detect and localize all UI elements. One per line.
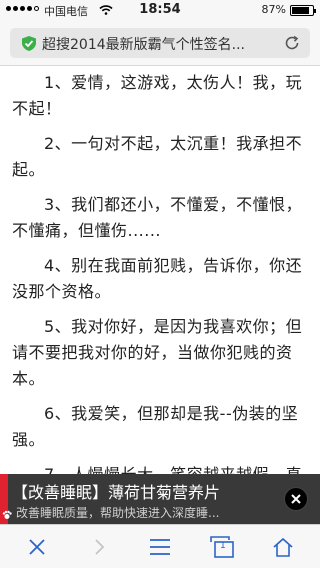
close-icon [291, 494, 301, 504]
close-page-button[interactable] [12, 525, 62, 568]
battery-icon [290, 5, 316, 16]
url-field[interactable]: 超搜2014最新版霸气个性签名... [10, 28, 310, 58]
page-title: 超搜2014最新版霸气个性签名... [42, 37, 245, 53]
close-icon [29, 539, 45, 555]
article-paragraph: 7、人慢慢长大，笑容越来越假，真心越来越少。 [12, 462, 308, 474]
menu-button[interactable] [135, 525, 185, 568]
forward-button[interactable] [74, 525, 124, 568]
article-paragraph: 2、一句对不起，太沉重！我承担不起。 [12, 134, 303, 179]
ad-banner[interactable]: 【改善睡眠】薄荷甘菊营养片 改善睡眠质量，帮助快速进入深度睡... [0, 474, 320, 524]
home-icon [273, 537, 293, 557]
article-content: 1、爱情，这游戏，太伤人！我，玩不起！ 2、一句对不起，太沉重！我承担不起。 3… [0, 66, 320, 474]
home-button[interactable] [258, 525, 308, 568]
tabs-button[interactable]: 1 [197, 525, 247, 568]
ad-subtitle[interactable]: 改善睡眠质量，帮助快速进入深度睡... [16, 504, 272, 521]
browser-toolbar: 1 [0, 524, 320, 568]
battery-percentage: 87% [261, 3, 286, 16]
paw-logo-icon [2, 510, 12, 519]
menu-icon [150, 539, 170, 555]
address-bar: 超搜2014最新版霸气个性签名... [0, 20, 320, 66]
article-paragraph: 6、我爱笑，但那却是我--伪装的坚强。 [12, 404, 299, 449]
article-paragraph: 4、别在我面前犯贱，告诉你，你还没那个资格。 [12, 256, 303, 301]
shield-check-icon [22, 36, 36, 51]
reload-icon[interactable] [283, 34, 301, 52]
tab-count: 1 [220, 541, 226, 551]
chevron-right-icon [95, 539, 105, 555]
article-paragraph: 1、爱情，这游戏，太伤人！我，玩不起！ [12, 73, 303, 118]
article-paragraph: 3、我们都还小，不懂爱，不懂恨，不懂痛，但懂伤...... [12, 195, 303, 240]
status-bar: 中国电信 18:54 87% [0, 0, 320, 20]
ad-title[interactable]: 【改善睡眠】薄荷甘菊营养片 [12, 479, 220, 503]
article-paragraph: 5、我对你好，是因为我喜欢你；但请不要把我对你的好，当做你犯贱的资本。 [12, 317, 303, 388]
ad-close-button[interactable] [284, 487, 308, 511]
